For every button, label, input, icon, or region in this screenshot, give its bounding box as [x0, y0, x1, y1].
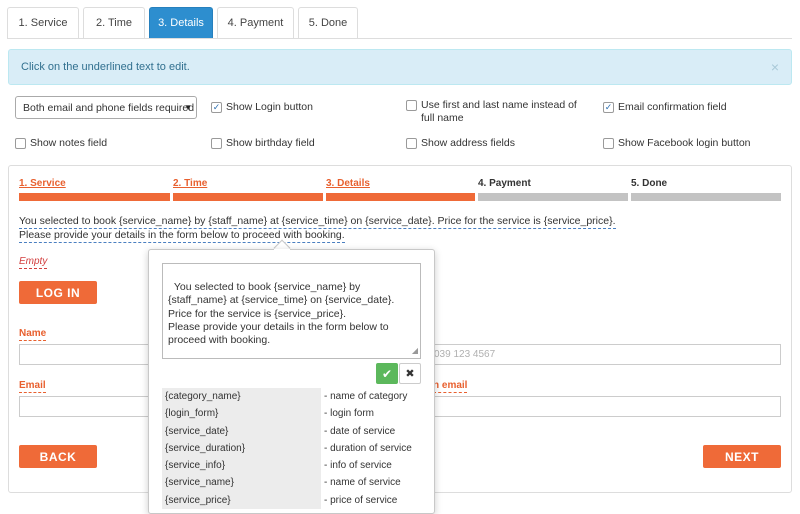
info-text-editor[interactable]: You selected to book {service_name} by {…: [162, 263, 421, 359]
code-key: {service_name}: [162, 474, 321, 492]
save-button[interactable]: ✔: [376, 363, 398, 384]
email-confirmation-label-partial[interactable]: n email: [433, 380, 468, 393]
first-last-name-checkbox[interactable]: [406, 100, 417, 111]
fields-required-value: Both email and phone fields required: [23, 101, 195, 114]
empty-editable-text[interactable]: Empty: [19, 256, 48, 269]
progress-bar-details: [326, 193, 475, 201]
code-description: - info of service: [324, 460, 392, 472]
code-description: - name of category: [324, 391, 408, 402]
show-birthday-checkbox[interactable]: [211, 138, 222, 149]
info-text-editor-value: You selected to book {service_name} by {…: [168, 281, 395, 347]
first-last-name-label: Use first and last name instead of full …: [421, 99, 577, 124]
step-tabs: 1. Service 2. Time 3. Details 4. Payment…: [7, 7, 358, 38]
code-description: - price of service: [324, 494, 398, 506]
progress-step-payment[interactable]: 4. Payment: [478, 178, 531, 189]
code-row: {category_name} - name of category: [162, 388, 420, 406]
tab-payment[interactable]: 4. Payment: [217, 7, 294, 38]
progress-bar-service: [19, 193, 170, 201]
option-show-login[interactable]: ✓ Show Login button: [211, 101, 313, 114]
name-label[interactable]: Name: [19, 328, 47, 341]
next-button[interactable]: NEXT: [703, 445, 781, 468]
code-row: {service_name} - name of service: [162, 474, 420, 492]
dropdown-arrow-icon: ▼: [184, 103, 192, 112]
progress-step-time[interactable]: 2. Time: [173, 178, 207, 189]
code-row: {service_price} - price of service: [162, 491, 420, 510]
close-icon[interactable]: ×: [771, 59, 779, 75]
code-key: {service_price}: [162, 491, 321, 510]
code-key: {login_form}: [162, 405, 321, 423]
progress-step-service[interactable]: 1. Service: [19, 178, 66, 189]
email-input[interactable]: [19, 396, 159, 417]
booking-info-line-2[interactable]: Please provide your details in the form …: [19, 229, 345, 243]
progress-step-done[interactable]: 5. Done: [631, 178, 667, 189]
option-email-confirmation[interactable]: ✓ Email confirmation field: [603, 101, 727, 114]
name-input[interactable]: [19, 344, 159, 365]
show-login-checkbox[interactable]: ✓: [211, 102, 222, 113]
progress-bar-payment: [478, 193, 628, 201]
code-row: {login_form} - login form: [162, 405, 420, 423]
code-description: - name of service: [324, 477, 401, 489]
check-icon: ✔: [381, 366, 393, 381]
fields-required-select[interactable]: Both email and phone fields required ▼: [15, 96, 197, 119]
show-facebook-label: Show Facebook login button: [618, 137, 751, 149]
option-show-facebook[interactable]: Show Facebook login button: [603, 137, 751, 150]
show-notes-checkbox[interactable]: [15, 138, 26, 149]
email-label[interactable]: Email: [19, 380, 46, 393]
show-notes-label: Show notes field: [30, 137, 108, 149]
option-show-birthday[interactable]: Show birthday field: [211, 137, 315, 150]
popover-caret-mask: [274, 249, 290, 253]
code-row: {service_info} - info of service: [162, 457, 420, 475]
email-confirmation-label: Email confirmation field: [618, 101, 727, 113]
tab-details[interactable]: 3. Details: [149, 7, 213, 38]
login-button[interactable]: LOG IN: [19, 281, 97, 304]
code-description: - date of service: [324, 425, 396, 437]
phone-placeholder: 039 123 4567: [434, 349, 496, 360]
option-show-notes[interactable]: Show notes field: [15, 137, 107, 150]
alert-text: Click on the underlined text to edit.: [21, 61, 190, 73]
cancel-button[interactable]: ✖: [399, 363, 421, 384]
progress-step-details[interactable]: 3. Details: [326, 178, 370, 189]
show-facebook-checkbox[interactable]: [603, 138, 614, 149]
code-row: {service_duration} - duration of service: [162, 439, 420, 458]
option-first-last-name[interactable]: Use first and last name instead of full …: [406, 99, 586, 125]
placeholder-codes-list: {category_name} - name of category {logi…: [162, 388, 420, 510]
code-description: - duration of service: [324, 442, 412, 454]
show-birthday-label: Show birthday field: [226, 137, 315, 149]
progress-bar-time: [173, 193, 323, 201]
tab-done[interactable]: 5. Done: [298, 7, 358, 38]
tabs-divider: [7, 38, 792, 39]
email-confirmation-input[interactable]: [425, 396, 781, 417]
option-show-address[interactable]: Show address fields: [406, 137, 515, 150]
close-icon: ✖: [405, 368, 415, 380]
info-alert: Click on the underlined text to edit. ×: [8, 49, 792, 85]
code-description: - login form: [324, 408, 375, 420]
code-row: {service_date} - date of service: [162, 422, 420, 440]
code-key: {service_duration}: [162, 439, 321, 458]
email-confirmation-checkbox[interactable]: ✓: [603, 102, 614, 113]
back-button[interactable]: BACK: [19, 445, 97, 468]
progress-bar-done: [631, 193, 781, 201]
show-login-label: Show Login button: [226, 101, 313, 113]
code-key: {service_info}: [162, 457, 321, 475]
code-key: {service_date}: [162, 422, 321, 440]
resize-handle-icon[interactable]: ◢: [412, 344, 418, 357]
code-key: {category_name}: [162, 388, 321, 406]
show-address-label: Show address fields: [421, 137, 515, 149]
booking-info-line-1[interactable]: You selected to book {service_name} by {…: [19, 215, 616, 229]
show-address-checkbox[interactable]: [406, 138, 417, 149]
tab-time[interactable]: 2. Time: [83, 7, 145, 38]
tab-service[interactable]: 1. Service: [7, 7, 79, 38]
